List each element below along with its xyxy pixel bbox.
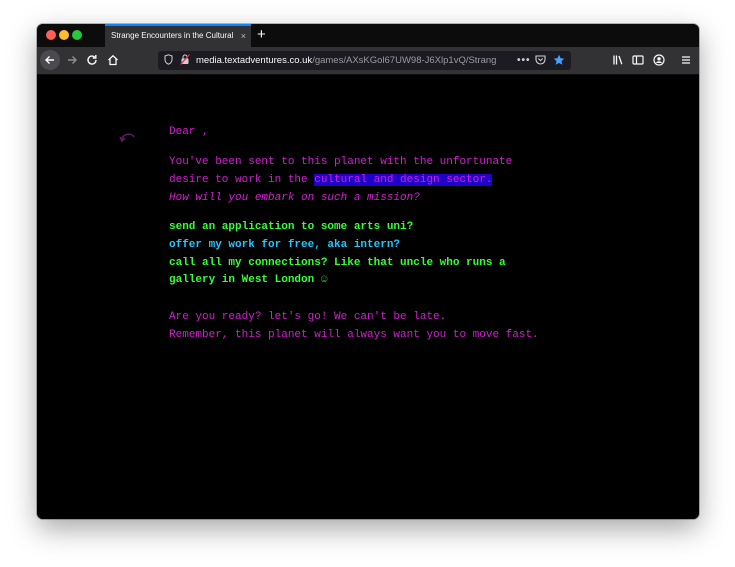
reload-button[interactable] <box>83 51 101 69</box>
intro-question: How will you embark on such a mission? <box>169 192 420 204</box>
tab-close-icon[interactable]: × <box>241 30 246 42</box>
library-icon <box>613 55 623 65</box>
greeting-text: Dear , <box>169 126 209 138</box>
insecure-lock-icon[interactable] <box>180 54 190 65</box>
tab-strip: Strange Encounters in the Cultural × + <box>37 24 699 47</box>
undo-arrow-icon[interactable] <box>119 131 137 143</box>
address-bar[interactable]: media.textadventures.co.uk/games/AXsKGol… <box>158 51 571 70</box>
zoom-window-button[interactable] <box>72 30 82 40</box>
sidebar-button[interactable] <box>629 51 647 69</box>
home-icon <box>108 54 118 66</box>
hamburger-menu-icon <box>682 56 690 64</box>
choice-link-connections[interactable]: call all my connections? Like that uncle… <box>169 257 506 270</box>
reload-icon <box>87 55 97 65</box>
intro-line-2: desire to work in the cultural and desig… <box>169 174 493 187</box>
minimize-window-button[interactable] <box>59 30 69 40</box>
tab-title: Strange Encounters in the Cultural <box>111 31 233 40</box>
forward-button[interactable] <box>63 51 81 69</box>
url-path: /games/AXsKGol67UW98-J6Xlp1vQ/Strange En… <box>312 55 496 66</box>
outro-line-2: Remember, this planet will always want y… <box>169 329 539 341</box>
sidebar-icon <box>632 55 644 65</box>
close-window-button[interactable] <box>46 30 56 40</box>
pocket-icon[interactable] <box>535 55 546 65</box>
page-actions-icon[interactable]: ••• <box>517 54 531 67</box>
url-host: media.textadventures.co.uk <box>196 55 313 66</box>
intro-line-2-prefix: desire to work in the <box>169 174 315 186</box>
menu-button[interactable] <box>677 51 695 69</box>
outro-line-1: Are you ready? let's go! We can't be lat… <box>169 311 447 323</box>
game-page: Dear , You've been sent to this planet w… <box>37 75 699 519</box>
choice-link-connections-cont[interactable]: gallery in West London ☺ <box>169 274 327 287</box>
navigation-toolbar: media.textadventures.co.uk/games/AXsKGol… <box>37 47 699 75</box>
url-text[interactable]: media.textadventures.co.uk/games/AXsKGol… <box>196 54 496 67</box>
forward-arrow-icon <box>68 56 77 64</box>
account-button[interactable] <box>650 51 668 69</box>
new-tab-button[interactable]: + <box>257 26 266 44</box>
back-button[interactable] <box>40 50 60 70</box>
highlighted-phrase: cultural and design sector. <box>314 174 493 186</box>
tab-active[interactable]: Strange Encounters in the Cultural × <box>105 24 251 47</box>
library-button[interactable] <box>609 51 627 69</box>
choice-link-application[interactable]: send an application to some arts uni? <box>169 221 413 234</box>
choice-link-intern[interactable]: offer my work for free, aka intern? <box>169 239 400 252</box>
back-arrow-icon <box>45 56 54 64</box>
bookmark-star-icon[interactable] <box>553 54 565 66</box>
account-icon <box>653 54 665 66</box>
home-button[interactable] <box>104 51 122 69</box>
shield-icon[interactable] <box>164 54 173 65</box>
intro-line-1: You've been sent to this planet with the… <box>169 156 513 168</box>
browser-window: Strange Encounters in the Cultural × + m… <box>37 24 699 519</box>
